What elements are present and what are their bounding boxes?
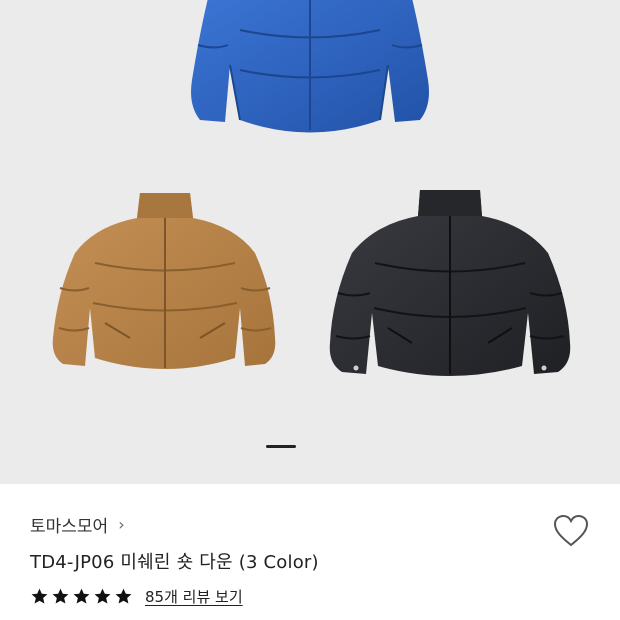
- star-icon: [73, 588, 90, 604]
- product-info-panel: 토마스모어 › TD4-JP06 미쉐린 숏 다운 (3 Color) 85개 …: [0, 484, 620, 620]
- product-title: TD4-JP06 미쉐린 숏 다운 (3 Color): [30, 552, 319, 573]
- review-link[interactable]: 85개 리뷰 보기: [145, 586, 243, 607]
- blue-jacket-image: [170, 0, 450, 145]
- brand-link[interactable]: 토마스모어 ›: [30, 512, 125, 537]
- heart-outline-icon[interactable]: [553, 514, 589, 548]
- star-icon: [52, 588, 69, 604]
- star-icon: [31, 588, 48, 604]
- chevron-right-icon: ›: [118, 515, 125, 534]
- camel-jacket-image: [45, 188, 285, 378]
- brand-name: 토마스모어: [30, 517, 109, 537]
- star-icon: [115, 588, 132, 604]
- product-image-gallery[interactable]: [0, 0, 620, 484]
- carousel-indicator[interactable]: [266, 445, 296, 448]
- star-rating: [30, 587, 133, 606]
- rating-row: 85개 리뷰 보기: [30, 586, 243, 607]
- star-icon: [94, 588, 111, 604]
- black-jacket-image: [320, 188, 580, 383]
